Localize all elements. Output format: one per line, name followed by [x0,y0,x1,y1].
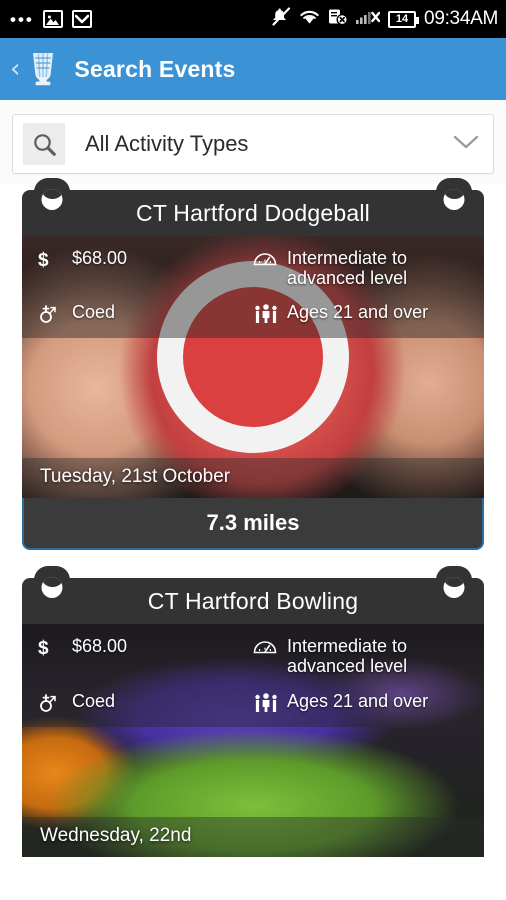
status-time: 09:34AM [424,8,498,29]
gender-coed-icon [38,302,72,326]
event-distance-footer[interactable]: 7.3 miles [22,498,484,551]
event-skill-level: Intermediate to advanced level [253,636,468,676]
event-card[interactable]: CT Hartford Dodgeball $ $68.00 Intermedi… [22,178,484,551]
filter-section: All Activity Types [0,100,506,184]
activity-type-filter[interactable]: All Activity Types [12,114,494,174]
activity-type-value: All Activity Types [85,131,249,156]
people-icon [253,302,287,324]
event-title: CT Hartford Bowling [147,587,359,614]
signal-off-icon [356,8,381,30]
event-age-value: Ages 21 and over [287,690,429,711]
app-bar: ‹ Search Events [0,38,506,100]
event-photo-space [22,727,484,817]
email-icon [71,10,92,28]
wifi-icon [299,9,320,30]
chevron-down-icon[interactable] [453,134,479,155]
more-dots-icon: ••• [10,9,34,29]
status-bar: ••• 14 09:34AM [0,0,506,38]
trophy-icon [26,50,60,88]
event-price-value: $68.00 [72,248,128,268]
binder-clip-left-icon [34,566,70,607]
page-title: Search Events [74,55,236,82]
gender-coed-icon [38,691,72,715]
photo-icon [42,10,63,28]
event-photo-space [22,338,484,458]
mute-icon [272,7,291,31]
back-button[interactable]: ‹ [8,56,22,82]
event-card-body[interactable]: $ $68.00 Intermediate to advanced level [22,624,484,857]
event-skill-value: Intermediate to advanced level [287,636,408,677]
event-price-value: $68.00 [72,636,128,657]
event-date-strip: Tuesday, 21st October [22,458,484,499]
event-card-list: CT Hartford Dodgeball $ $68.00 Intermedi… [0,178,506,857]
event-skill-level: Intermediate to advanced level [253,248,468,288]
battery-level: 14 [395,13,409,25]
event-gender: Coed [38,691,253,715]
event-title: CT Hartford Dodgeball [136,199,370,226]
people-icon [253,691,287,713]
event-distance: 7.3 miles [206,510,300,536]
event-price: $ $68.00 [38,248,253,288]
event-info-grid: $ $68.00 Intermediate to advanced level [22,624,484,727]
event-card-body[interactable]: $ $68.00 Intermediate to advanced level [22,236,484,499]
event-age: Ages 21 and over [253,302,468,326]
gauge-icon [253,636,287,654]
event-card-header: CT Hartford Bowling [22,566,484,625]
search-icon[interactable] [23,123,65,165]
event-date: Tuesday, 21st October [40,466,231,488]
event-date: Wednesday, 22nd [40,824,192,846]
sim-off-icon [328,8,348,30]
event-gender-value: Coed [72,690,116,711]
binder-clip-right-icon [436,566,472,607]
event-info-grid: $ $68.00 Intermediate to advanced level [22,236,484,339]
event-gender: Coed [38,302,253,326]
event-card-header: CT Hartford Dodgeball [22,178,484,236]
event-price: $ $68.00 [38,636,253,676]
event-card[interactable]: CT Hartford Bowling $ $68.00 Intermediat… [22,566,484,857]
event-age-value: Ages 21 and over [287,302,429,323]
event-gender-value: Coed [72,302,116,323]
event-date-strip: Wednesday, 22nd [22,816,484,857]
status-bar-right: 14 09:34AM [272,7,498,31]
binder-clip-left-icon [34,178,70,218]
status-bar-left: ••• [10,10,92,28]
event-skill-value: Intermediate to advanced level [287,248,408,289]
binder-clip-right-icon [436,178,472,218]
dollar-icon: $ [38,250,49,271]
gauge-icon [253,248,287,266]
event-age: Ages 21 and over [253,691,468,715]
battery-icon: 14 [388,10,420,28]
dollar-icon: $ [38,638,49,660]
